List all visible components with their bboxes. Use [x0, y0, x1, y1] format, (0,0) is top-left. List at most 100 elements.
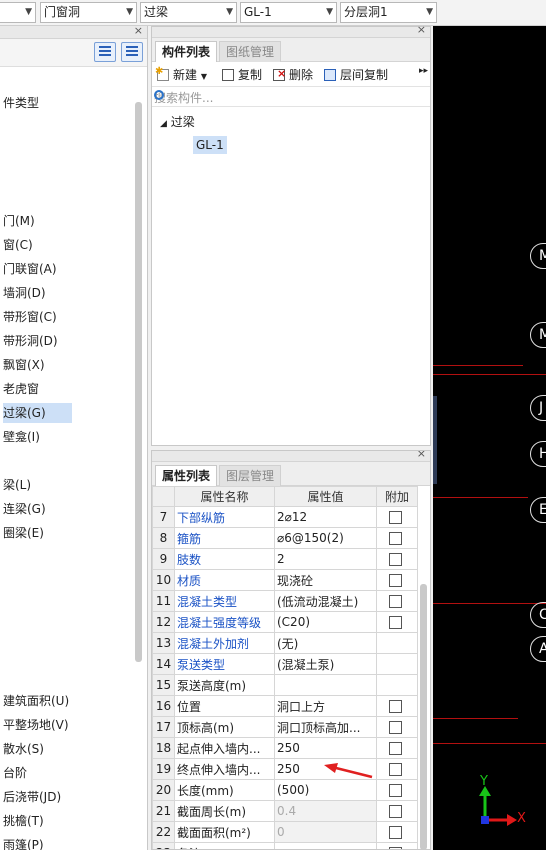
property-value[interactable] — [274, 842, 377, 849]
nav-item[interactable]: 后浇带(JD) — [3, 787, 61, 807]
grid-view-icon[interactable] — [121, 42, 143, 62]
property-value[interactable]: 洞口顶标高加... — [274, 716, 377, 738]
property-value[interactable]: 现浇砼 — [274, 569, 377, 591]
property-value[interactable]: (混凝土泵) — [274, 653, 377, 675]
nav-item[interactable]: 平整场地(V) — [3, 715, 69, 735]
nav-item[interactable]: 飘窗(X) — [3, 355, 45, 375]
extra-checkbox[interactable] — [389, 805, 402, 818]
property-value[interactable]: 0.4 — [274, 800, 377, 822]
nav-item[interactable]: 雨篷(P) — [3, 835, 44, 850]
table-row[interactable]: 11 混凝土类型 (低流动混凝土) — [152, 590, 418, 612]
property-value[interactable]: (无) — [274, 632, 377, 654]
delete-button[interactable]: × 删除 — [273, 66, 313, 83]
scrollbar[interactable] — [135, 102, 142, 662]
extra-checkbox[interactable] — [389, 742, 402, 755]
property-value[interactable]: 250 — [274, 737, 377, 759]
combo-component[interactable]: GL-1 ▼ — [240, 2, 337, 23]
tree-node-root[interactable]: ◢ 过梁 — [160, 113, 195, 130]
collapse-icon[interactable]: ◢ — [160, 119, 167, 129]
property-value[interactable]: 2 — [274, 548, 377, 570]
property-value[interactable]: (C20) — [274, 611, 377, 633]
tab-layer-manager[interactable]: 图层管理 — [219, 465, 282, 486]
property-value[interactable] — [274, 674, 377, 696]
property-value[interactable]: 0 — [274, 821, 377, 843]
table-row[interactable]: 22 截面面积(m²) 0 — [152, 821, 418, 843]
nav-item[interactable]: 连梁(G) — [3, 499, 46, 519]
table-row[interactable]: 14 泵送类型 (混凝土泵) — [152, 653, 418, 675]
table-row[interactable]: 16 位置 洞口上方 — [152, 695, 418, 717]
combo-type[interactable]: 过梁 ▼ — [140, 2, 237, 23]
extra-checkbox[interactable] — [389, 595, 402, 608]
search-icon[interactable] — [154, 90, 164, 100]
nav-item[interactable]: 带形窗(C) — [3, 307, 57, 327]
table-row[interactable]: 20 长度(mm) (500) — [152, 779, 418, 801]
table-row[interactable]: 10 材质 现浇砼 — [152, 569, 418, 591]
new-button[interactable]: ✱ 新建 ▼ — [155, 66, 207, 83]
property-name: 泵送高度(m) — [174, 674, 275, 696]
property-tabs: 属性列表 图层管理 — [152, 462, 430, 486]
extra-checkbox[interactable] — [389, 616, 402, 629]
table-row[interactable]: 23备注 — [152, 842, 418, 849]
floor-copy-button[interactable]: 层间复制 — [324, 66, 388, 83]
nav-item[interactable]: 门联窗(A) — [3, 259, 57, 279]
extra-checkbox[interactable] — [389, 532, 402, 545]
tab-component-list[interactable]: 构件列表 — [155, 41, 218, 62]
table-row[interactable]: 21 截面周长(m) 0.4 — [152, 800, 418, 822]
close-icon[interactable]: × — [134, 24, 143, 37]
more-icon[interactable]: ▸▸ — [419, 66, 428, 76]
property-value[interactable]: (500) — [274, 779, 377, 801]
list-view-icon[interactable] — [94, 42, 116, 62]
combo-floor[interactable]: ▼ — [0, 2, 36, 23]
property-value[interactable]: 洞口上方 — [274, 695, 377, 717]
table-row[interactable]: 13 混凝土外加剂 (无) — [152, 632, 418, 654]
nav-item[interactable]: 过梁(G) — [3, 403, 72, 423]
row-index: 22 — [152, 821, 175, 843]
extra-checkbox[interactable] — [389, 826, 402, 839]
table-row[interactable]: 9 肢数 2 — [152, 548, 418, 570]
nav-item[interactable]: 老虎窗 — [3, 379, 39, 399]
property-value[interactable]: ⌀6@150(2) — [274, 527, 377, 549]
table-row[interactable]: 19 终点伸入墙内... 250 — [152, 758, 418, 780]
combo-layer[interactable]: 分层洞1 ▼ — [340, 2, 437, 23]
nav-item[interactable]: 带形洞(D) — [3, 331, 58, 351]
nav-item[interactable]: 窗(C) — [3, 235, 33, 255]
close-icon[interactable]: × — [417, 23, 426, 36]
nav-item[interactable]: 梁(L) — [3, 475, 31, 495]
nav-item[interactable]: 台阶 — [3, 763, 27, 783]
nav-item[interactable]: 建筑面积(U) — [3, 691, 69, 711]
property-value[interactable]: 2⌀12 — [274, 506, 377, 528]
canvas-scroll-handle[interactable] — [433, 396, 437, 484]
nav-item[interactable]: 散水(S) — [3, 739, 44, 759]
search-input[interactable]: 搜索构件... — [152, 87, 430, 107]
table-row[interactable]: 12 混凝土强度等级 (C20) — [152, 611, 418, 633]
drawing-canvas[interactable]: M M JH E CA Y X — [433, 26, 546, 850]
table-row[interactable]: 15 泵送高度(m) — [152, 674, 418, 696]
table-row[interactable]: 17 顶标高(m) 洞口顶标高加... — [152, 716, 418, 738]
close-icon[interactable]: × — [417, 451, 426, 460]
combo-category[interactable]: 门窗洞 ▼ — [40, 2, 137, 23]
extra-checkbox[interactable] — [389, 784, 402, 797]
nav-item[interactable]: 墙洞(D) — [3, 283, 46, 303]
extra-checkbox[interactable] — [389, 574, 402, 587]
nav-item[interactable]: 件类型 — [3, 93, 39, 113]
axis-bubble: H — [530, 441, 546, 467]
table-row[interactable]: 8 箍筋 ⌀6@150(2) — [152, 527, 418, 549]
table-row[interactable]: 18 起点伸入墙内... 250 — [152, 737, 418, 759]
nav-item[interactable]: 圈梁(E) — [3, 523, 44, 543]
extra-checkbox[interactable] — [389, 553, 402, 566]
scrollbar[interactable] — [420, 584, 427, 849]
table-row[interactable]: 7 下部纵筋 2⌀12 — [152, 506, 418, 528]
row-index: 13 — [152, 632, 175, 654]
copy-button[interactable]: 复制 — [222, 66, 262, 83]
extra-checkbox[interactable] — [389, 511, 402, 524]
tab-property-list[interactable]: 属性列表 — [155, 465, 218, 486]
tab-drawing-manager[interactable]: 图纸管理 — [219, 41, 282, 62]
extra-checkbox[interactable] — [389, 721, 402, 734]
tree-node-gl1[interactable]: GL-1 — [193, 136, 227, 154]
extra-checkbox[interactable] — [389, 763, 402, 776]
nav-item[interactable]: 挑檐(T) — [3, 811, 44, 831]
property-value[interactable]: (低流动混凝土) — [274, 590, 377, 612]
extra-checkbox[interactable] — [389, 700, 402, 713]
nav-item[interactable]: 壁龛(I) — [3, 427, 40, 447]
nav-item[interactable]: 门(M) — [3, 211, 35, 231]
